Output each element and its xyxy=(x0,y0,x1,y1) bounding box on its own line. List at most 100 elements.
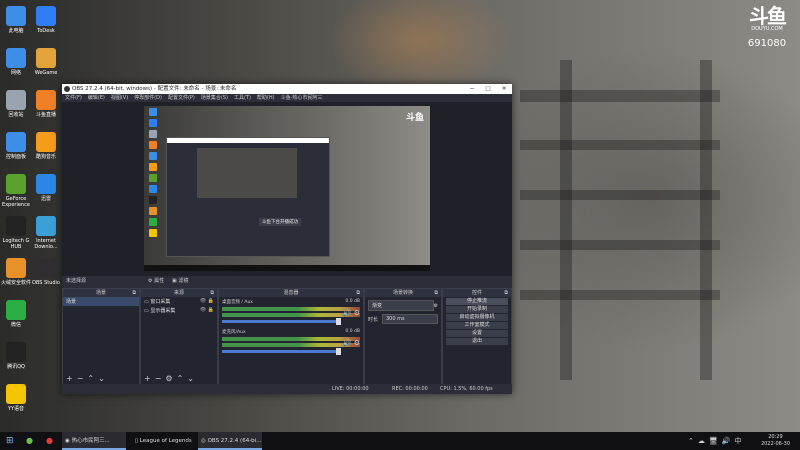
menu-bar: 文件(F) 编辑(E) 视图(V) 停靠部件(D) 配置文件(P) 场景集合(S) 工具(T… xyxy=(62,94,512,102)
studio-mode-button[interactable]: 工作室模式 xyxy=(446,322,508,329)
taskbar-item[interactable]: ▯ League of Legends xyxy=(132,432,199,450)
desktop-icon[interactable]: YY语音 xyxy=(0,384,32,412)
app-icon xyxy=(6,6,26,26)
taskbar: ⊞ ● ● ◉ 热心市民阿三... ▯ League of Legends ◎ … xyxy=(0,432,800,450)
desktop-icon[interactable]: 网络 xyxy=(0,48,32,76)
desktop-icon-label: GeForce Experience xyxy=(2,196,30,208)
desktop-icon[interactable]: OBS Studio xyxy=(30,258,62,286)
minimize-icon[interactable]: ─ xyxy=(464,84,480,94)
windows-start-icon[interactable]: ⊞ xyxy=(6,432,14,450)
volume-slider[interactable] xyxy=(222,318,341,325)
transition-select[interactable]: 渐变 xyxy=(368,300,434,311)
close-icon[interactable]: ✕ xyxy=(496,84,512,94)
menu-item[interactable]: 场景集合(S) xyxy=(201,95,228,101)
exit-button[interactable]: 退出 xyxy=(446,338,508,345)
menu-item[interactable]: 配置文件(P) xyxy=(168,95,195,101)
desktop-icon[interactable]: 腾讯QQ xyxy=(0,342,32,370)
source-item[interactable]: ▭ 窗口采集 👁 🔒 xyxy=(141,297,217,306)
desktop-icon[interactable]: ToDesk xyxy=(30,6,62,34)
move-up-button[interactable]: ⌃ xyxy=(177,374,184,383)
app-icon xyxy=(6,48,26,68)
speaker-icon[interactable]: 🔊 xyxy=(343,339,352,347)
taskbar-app-icon[interactable]: ● xyxy=(46,432,53,450)
settings-button[interactable]: 设置 xyxy=(446,330,508,337)
desktop-icon[interactable]: 微信 xyxy=(0,300,32,328)
volume-slider[interactable] xyxy=(222,348,341,355)
taskbar-item[interactable]: ◉ 热心市民阿三... xyxy=(62,432,126,450)
properties-button[interactable]: ⚙ 属性 xyxy=(148,276,164,286)
menu-item[interactable]: 帮助(H) xyxy=(257,95,275,101)
source-toolbar: 未选择源 ⚙ 属性 ▣ 滤镜 xyxy=(62,276,512,286)
menu-item[interactable]: 视图(V) xyxy=(111,95,128,101)
app-icon xyxy=(6,300,26,320)
mixer-dock-title: 混音器 xyxy=(283,290,299,296)
desktop-icons: 此电脑网络回收站控制面板 GeForce Experience Logitech G… xyxy=(0,0,70,430)
window-title: OBS 27.2.4 (64-bit, windows) - 配置文件: 未命名… xyxy=(72,86,237,92)
app-icon xyxy=(36,6,56,26)
desktop-icon[interactable]: 迅雷 xyxy=(30,174,62,202)
sources-dock-title: 来源 xyxy=(173,290,184,296)
menu-item[interactable]: 工具(T) xyxy=(234,95,251,101)
app-icon xyxy=(6,132,26,152)
transition-settings-icon[interactable]: ⚙ xyxy=(434,303,438,309)
taskbar-app-icon[interactable]: ● xyxy=(26,432,33,450)
desktop-icon[interactable]: 酷狗音乐 xyxy=(30,132,62,160)
duration-label: 时长 xyxy=(368,316,379,323)
desktop-icon-label: 斗鱼直播 xyxy=(35,112,56,118)
system-tray[interactable]: ⌃☁🖥🔊中 xyxy=(688,432,745,450)
move-down-button[interactable]: ⌄ xyxy=(98,374,105,383)
rec-status: REC: 00:00:00 xyxy=(392,386,428,392)
source-settings-icon[interactable]: ⚙ xyxy=(165,374,172,383)
audio-meter xyxy=(222,343,360,347)
add-source-button[interactable]: + xyxy=(144,374,151,383)
cpu-status: CPU: 1.5%, 60.00 fps xyxy=(440,386,493,392)
preview-douyu-logo: 斗鱼 xyxy=(405,113,424,123)
channel-name: 麦克风/Aux xyxy=(222,330,246,335)
desktop-icon-label: 酷狗音乐 xyxy=(35,154,56,160)
app-icon xyxy=(36,48,56,68)
menu-item[interactable]: 编辑(E) xyxy=(88,95,105,101)
add-scene-button[interactable]: + xyxy=(66,374,73,383)
desktop-icon[interactable]: 火绒安全软件 xyxy=(0,258,32,286)
scene-item[interactable]: 场景 xyxy=(63,297,139,306)
scenes-dock: 场景 ⧉ 场景 + − ⌃ ⌄ xyxy=(62,288,140,386)
desktop-icon-label: 腾讯QQ xyxy=(7,364,25,370)
gear-icon[interactable]: ⚙ xyxy=(354,339,360,347)
maximize-icon[interactable]: □ xyxy=(480,84,496,94)
move-down-button[interactable]: ⌄ xyxy=(187,374,194,383)
move-up-button[interactable]: ⌃ xyxy=(87,374,94,383)
obs-titlebar[interactable]: OBS 27.2.4 (64-bit, windows) - 配置文件: 未命名… xyxy=(62,84,512,94)
source-item[interactable]: ▭ 显示器采集 👁 🔒 xyxy=(141,306,217,315)
clock[interactable]: 20:29 2022-06-30 xyxy=(761,434,790,448)
menu-item[interactable]: 文件(F) xyxy=(65,95,82,101)
gear-icon[interactable]: ⚙ xyxy=(354,309,360,317)
desktop-icon[interactable]: 此电脑 xyxy=(0,6,32,34)
speaker-icon[interactable]: 🔊 xyxy=(343,309,352,317)
douyu-logo: 斗鱼 xyxy=(749,4,787,28)
desktop-icon[interactable]: Internet Downlo... xyxy=(30,216,62,250)
start-recording-button[interactable]: 开始录制 xyxy=(446,306,508,313)
desktop-icon[interactable]: 斗鱼直播 xyxy=(30,90,62,118)
room-number: 691080 xyxy=(747,38,787,49)
menu-item[interactable]: 停靠部件(D) xyxy=(134,95,162,101)
filters-button[interactable]: ▣ 滤镜 xyxy=(172,276,188,286)
desktop-icon[interactable]: 回收站 xyxy=(0,90,32,118)
remove-scene-button[interactable]: − xyxy=(77,374,84,383)
desktop-icon[interactable]: GeForce Experience xyxy=(0,174,32,208)
desktop-icon[interactable]: WeGame xyxy=(30,48,62,76)
taskbar-item[interactable]: ◎ OBS 27.2.4 (64-bi... xyxy=(198,432,262,450)
desktop-icon-label: 控制面板 xyxy=(5,154,26,160)
desktop-icon[interactable]: 控制面板 xyxy=(0,132,32,160)
app-icon xyxy=(36,258,56,278)
app-icon xyxy=(6,258,26,278)
menu-item[interactable]: 斗鱼-热心市民阿三 xyxy=(281,95,323,101)
nested-message: 斗鱼下台开播成功 xyxy=(259,218,301,226)
clock-date: 2022-06-30 xyxy=(760,441,790,447)
preview-area[interactable]: 斗鱼 斗鱼下台开播成功 xyxy=(62,102,512,276)
desktop-icon[interactable]: Logitech G HUB xyxy=(0,216,32,250)
duration-input[interactable]: 300 ms xyxy=(382,314,438,324)
virtual-camera-button[interactable]: 启动虚拟摄像机 xyxy=(446,314,508,321)
remove-source-button[interactable]: − xyxy=(155,374,162,383)
obs-window: OBS 27.2.4 (64-bit, windows) - 配置文件: 未命名… xyxy=(62,84,512,394)
stop-streaming-button[interactable]: 停止推流 xyxy=(446,298,508,305)
